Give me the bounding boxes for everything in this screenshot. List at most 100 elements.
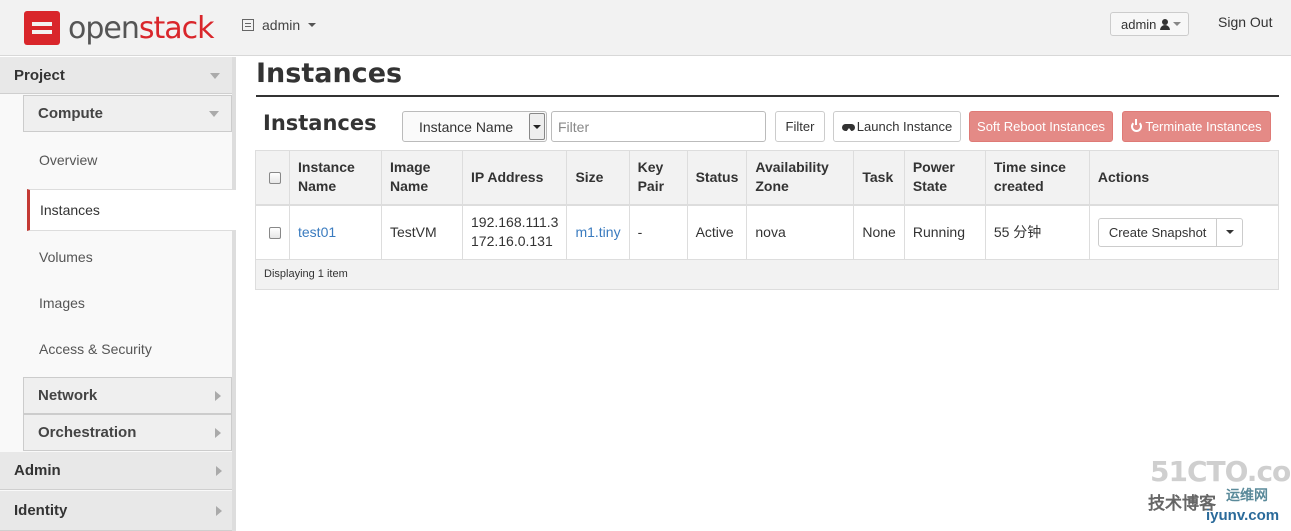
sidebar-panel-compute[interactable]: Compute	[23, 95, 232, 132]
sidebar-item-overview[interactable]: Overview	[27, 140, 232, 180]
cell-actions: Create Snapshot	[1089, 204, 1280, 260]
launch-instance-label: Launch Instance	[856, 119, 953, 134]
header-key-pair[interactable]: Key Pair	[629, 150, 688, 206]
sidebar-item-label: Images	[39, 295, 85, 311]
row-checkbox[interactable]	[269, 227, 281, 240]
cell-size: m1.tiny	[566, 204, 630, 260]
create-snapshot-label: Create Snapshot	[1108, 224, 1207, 240]
header-time-since-created[interactable]: Time since created	[985, 150, 1090, 206]
terminate-instances-button[interactable]: Terminate Instances	[1122, 111, 1271, 142]
row-select-cell	[255, 204, 290, 260]
select-all-header	[255, 150, 290, 206]
header-image-name[interactable]: Image Name	[381, 150, 463, 206]
chevron-down-icon	[308, 23, 317, 27]
ip-address-2: 172.16.0.131	[471, 233, 553, 250]
header-text: Task	[862, 168, 894, 185]
sidebar-item-volumes[interactable]: Volumes	[27, 237, 232, 277]
sidebar-item-access-security[interactable]: Access & Security	[27, 329, 232, 369]
header-text: State	[912, 178, 948, 195]
sidebar-group-project[interactable]: Project	[0, 57, 232, 94]
header-ip-address[interactable]: IP Address	[462, 150, 568, 206]
sidebar-group-identity[interactable]: Identity	[0, 491, 232, 531]
filter-field-value: Instance Name	[419, 118, 514, 135]
cell-power-state: Running	[904, 204, 986, 260]
header-text: Size	[575, 168, 604, 185]
user-menu-label: admin	[1121, 16, 1157, 32]
sidebar-item-label: Instances	[40, 202, 100, 218]
create-snapshot-button[interactable]: Create Snapshot	[1097, 217, 1218, 247]
header-text: created	[993, 178, 1044, 195]
sidebar-panel-network[interactable]: Network	[23, 377, 232, 414]
chevron-down-icon	[1225, 230, 1234, 235]
page-title: Instances	[256, 58, 403, 89]
user-icon	[1160, 18, 1171, 30]
header-power-state[interactable]: Power State	[904, 150, 986, 206]
table-footer-row: Displaying 1 item	[255, 259, 1279, 290]
site-watermark: 51CTO.com 技术博客 运维网 iyunv.com	[1146, 455, 1291, 527]
user-menu[interactable]: admin	[1110, 12, 1189, 36]
header-instance-name[interactable]: Instance Name	[289, 150, 382, 206]
header-text: Status	[695, 168, 739, 185]
sidebar-group-admin[interactable]: Admin	[0, 452, 232, 490]
watermark-text: 运维网	[1226, 487, 1268, 503]
header-actions: Actions	[1089, 150, 1280, 206]
cell-ip-address: 192.168.111.3 172.16.0.131	[462, 204, 568, 260]
sidebar-panel-orchestration[interactable]: Orchestration	[23, 414, 232, 451]
sidebar-item-images[interactable]: Images	[27, 283, 232, 323]
cell-time-since-created: 55 分钟	[985, 204, 1090, 260]
header-text: IP Address	[471, 168, 544, 185]
sidebar-item-label: Volumes	[39, 249, 93, 265]
sidebar-group-label: Identity	[14, 502, 68, 519]
flavor-link[interactable]: m1.tiny	[575, 224, 620, 240]
table-header-row: Instance Name Image Name IP Address Size K…	[255, 150, 1280, 206]
header-text: Power	[912, 159, 955, 176]
cloud-upload-icon	[841, 122, 855, 132]
header-task[interactable]: Task	[853, 150, 905, 206]
soft-reboot-button[interactable]: Soft Reboot Instances	[969, 111, 1113, 142]
header-text: Image	[390, 159, 431, 176]
openstack-logo[interactable]: openstack	[24, 10, 215, 46]
header-text: Pair	[637, 178, 665, 195]
header-text: Time since	[993, 159, 1066, 176]
more-actions-toggle[interactable]	[1217, 217, 1244, 247]
header-status[interactable]: Status	[687, 150, 748, 206]
project-switcher[interactable]: admin	[242, 17, 317, 33]
launch-instance-button[interactable]: Launch Instance	[833, 111, 961, 142]
header-text: Name	[298, 178, 337, 195]
sidebar-panel-label: Network	[38, 387, 98, 404]
sidebar-item-instances[interactable]: Instances	[27, 189, 236, 231]
instances-table: Instance Name Image Name IP Address Size K…	[255, 150, 1280, 290]
filter-input[interactable]	[551, 111, 766, 142]
header-text: Name	[390, 178, 429, 195]
sidebar-panel-label: Orchestration	[38, 424, 137, 441]
chevron-right-icon	[216, 466, 222, 476]
chevron-down-icon[interactable]	[529, 113, 545, 140]
filter-button[interactable]: Filter	[775, 111, 825, 142]
header-text: Zone	[755, 178, 789, 195]
terminate-label: Terminate Instances	[1145, 119, 1262, 134]
chevron-down-icon	[209, 111, 219, 117]
table-title: Instances	[263, 111, 377, 135]
sign-out-link[interactable]: Sign Out	[1218, 14, 1272, 30]
instance-link[interactable]: test01	[298, 224, 336, 240]
project-switcher-label: admin	[262, 17, 301, 33]
cell-image-name: TestVM	[381, 204, 463, 260]
soft-reboot-label: Soft Reboot Instances	[977, 119, 1105, 134]
cell-availability-zone: nova	[746, 204, 855, 260]
cell-status: Active	[687, 204, 748, 260]
watermark-text: 51CTO.com	[1150, 455, 1291, 488]
select-all-checkbox[interactable]	[269, 172, 281, 185]
sidebar: Project Compute Overview Instances Volum…	[0, 57, 236, 531]
title-divider	[256, 95, 1279, 97]
header-text: Instance	[298, 159, 355, 176]
sidebar-group-label: Project	[14, 66, 65, 84]
filter-button-label: Filter	[785, 119, 815, 134]
header-text: Availability	[755, 159, 829, 176]
filter-field-select[interactable]: Instance Name	[402, 111, 547, 142]
chevron-down-icon	[210, 73, 220, 79]
power-icon	[1131, 119, 1143, 132]
sidebar-item-label: Overview	[39, 152, 98, 168]
header-size[interactable]: Size	[566, 150, 630, 206]
header-availability-zone[interactable]: Availability Zone	[746, 150, 855, 206]
table-footer-count: Displaying 1 item	[255, 259, 1279, 290]
